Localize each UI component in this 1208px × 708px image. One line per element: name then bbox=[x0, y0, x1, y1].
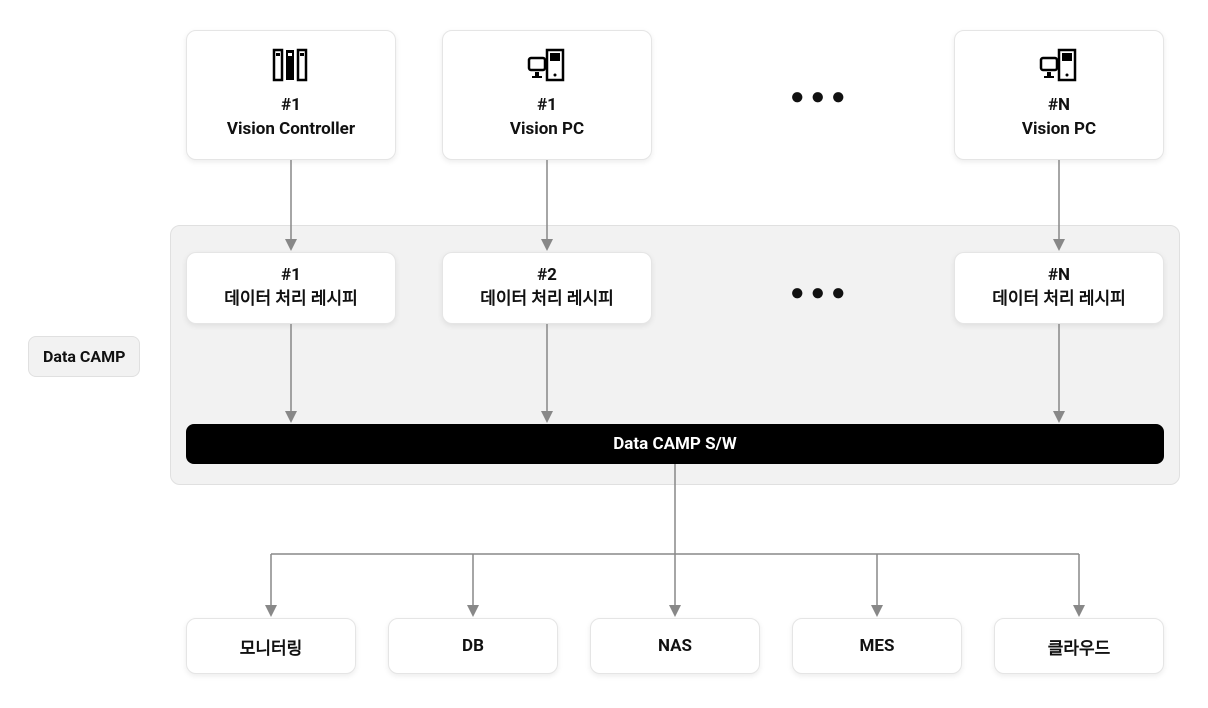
top-ellipsis: ●●● bbox=[790, 82, 852, 111]
vision-pc-1-node: #1 Vision PC bbox=[442, 30, 652, 160]
recipe-label: 데이터 처리 레시피 bbox=[224, 288, 358, 312]
output-cloud: 클라우드 bbox=[994, 618, 1164, 674]
recipe-id: #N bbox=[1048, 264, 1070, 288]
recipe-label: 데이터 처리 레시피 bbox=[992, 288, 1126, 312]
vision-controller-node: #1 Vision Controller bbox=[186, 30, 396, 160]
recipe-n: #N 데이터 처리 레시피 bbox=[954, 252, 1164, 324]
vision-pc-n-node: #N Vision PC bbox=[954, 30, 1164, 160]
output-monitoring: 모니터링 bbox=[186, 618, 356, 674]
recipe-ellipsis: ●●● bbox=[790, 278, 852, 307]
node-label: Vision PC bbox=[510, 118, 584, 142]
datacamp-label: Data CAMP bbox=[28, 336, 140, 377]
node-label: Vision PC bbox=[1022, 118, 1096, 142]
node-id: #N bbox=[1048, 94, 1070, 118]
pc-icon bbox=[527, 48, 567, 86]
recipe-2: #2 데이터 처리 레시피 bbox=[442, 252, 652, 324]
output-nas: NAS bbox=[590, 618, 760, 674]
node-label: Vision Controller bbox=[227, 118, 355, 142]
recipe-id: #1 bbox=[281, 264, 301, 288]
node-id: #1 bbox=[281, 94, 301, 118]
output-mes: MES bbox=[792, 618, 962, 674]
recipe-1: #1 데이터 처리 레시피 bbox=[186, 252, 396, 324]
pc-icon bbox=[1039, 48, 1079, 86]
servers-icon bbox=[272, 48, 310, 86]
node-id: #1 bbox=[537, 94, 557, 118]
recipe-id: #2 bbox=[537, 264, 557, 288]
recipe-label: 데이터 처리 레시피 bbox=[480, 288, 614, 312]
datacamp-sw-bar: Data CAMP S/W bbox=[186, 424, 1164, 464]
output-db: DB bbox=[388, 618, 558, 674]
